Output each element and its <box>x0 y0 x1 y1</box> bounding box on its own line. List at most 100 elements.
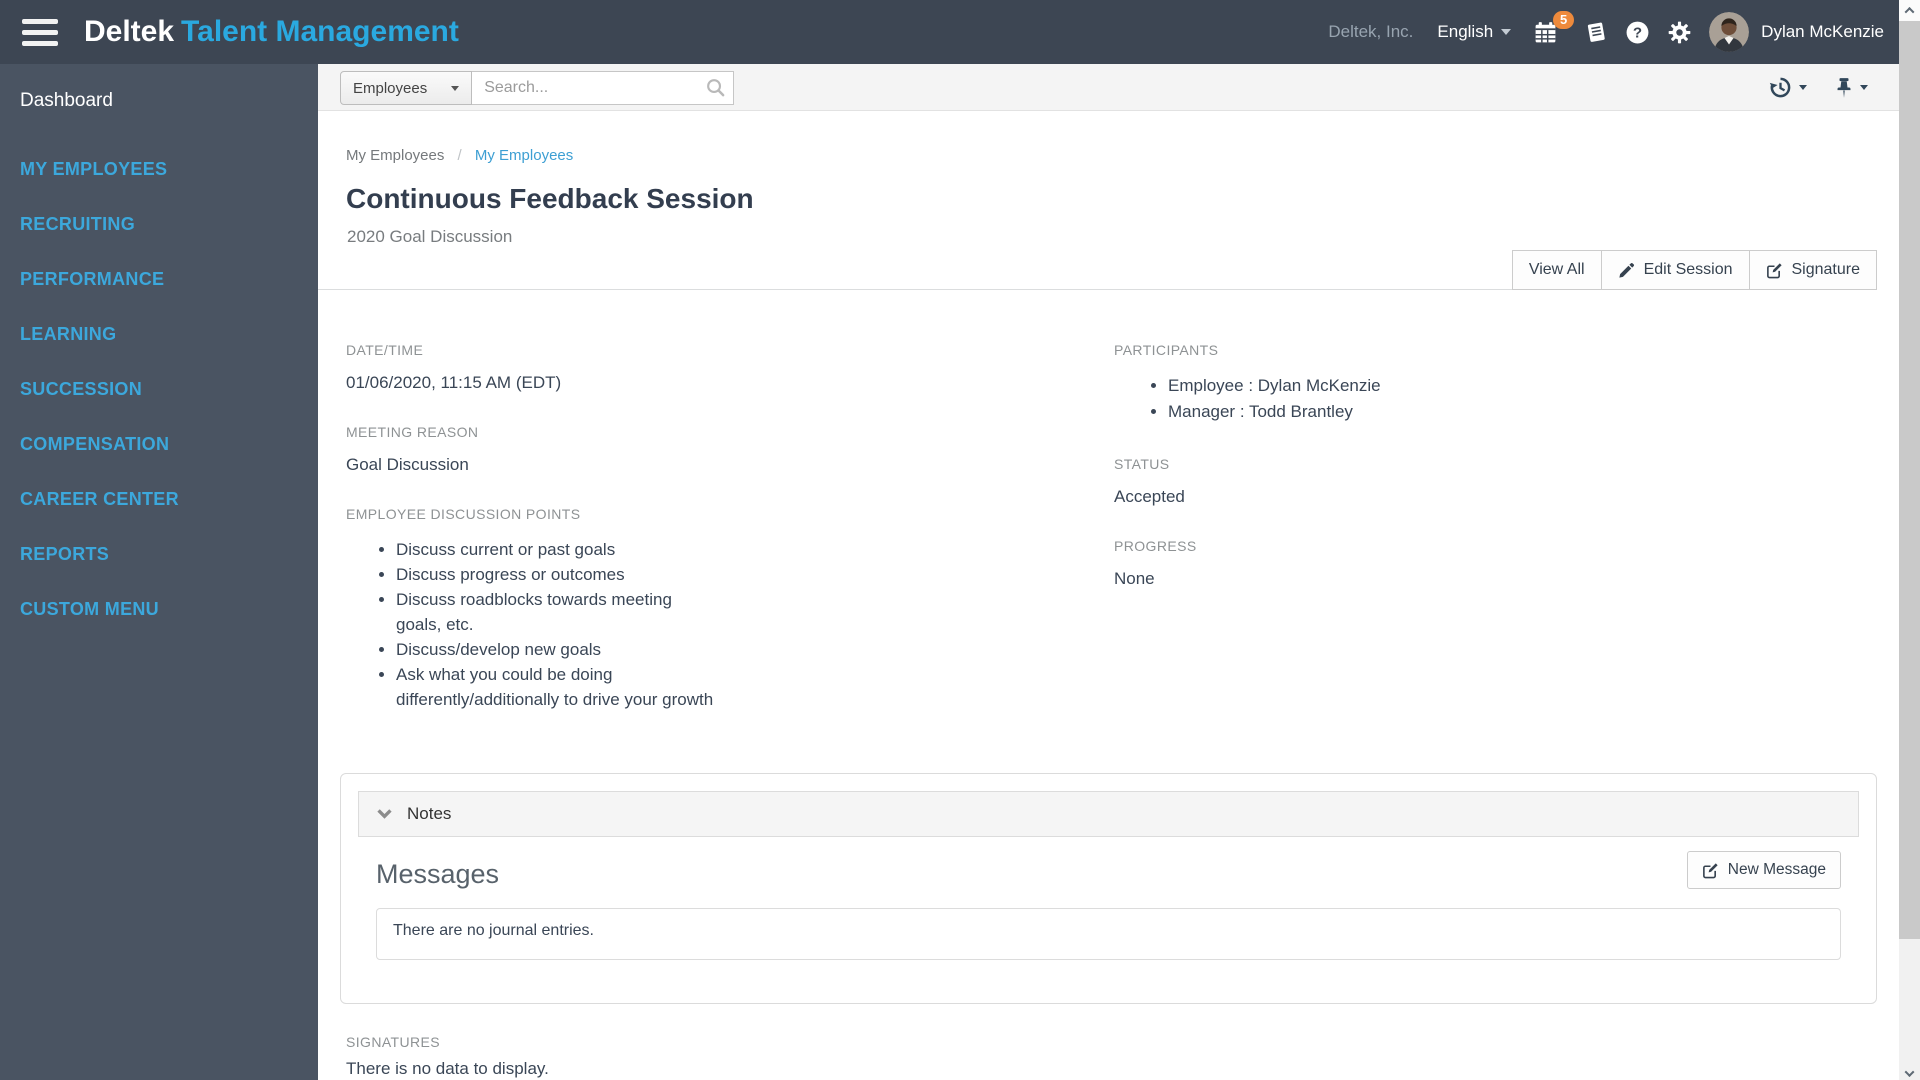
search-category-label: Employees <box>353 79 428 97</box>
signature-label: Signature <box>1791 261 1861 278</box>
status-value: Accepted <box>1114 487 1185 506</box>
new-message-label: New Message <box>1727 861 1826 878</box>
sidebar-item-label[interactable]: RECRUITING <box>0 214 155 235</box>
brand-light: Talent Management <box>181 15 459 48</box>
sidebar-item-label[interactable]: LEARNING <box>0 324 136 345</box>
signature-button[interactable]: Signature <box>1748 250 1877 290</box>
participants-label: PARTICIPANTS <box>1114 342 1219 358</box>
progress-value: None <box>1114 569 1155 588</box>
sidebar-item-recruiting[interactable]: RECRUITING <box>0 197 318 252</box>
datetime-value: 01/06/2020, 11:15 AM (EDT) <box>346 373 562 392</box>
page-title: Continuous Feedback Session <box>346 183 754 214</box>
sidebar-item-custom-menu[interactable]: CUSTOM MENU <box>0 582 318 637</box>
notification-badge: 5 <box>1552 10 1575 29</box>
edit-session-button[interactable]: Edit Session <box>1600 250 1750 290</box>
sidebar-item-label[interactable]: PERFORMANCE <box>0 269 184 290</box>
pin-button[interactable] <box>1835 77 1868 99</box>
meeting-reason-section: MEETING REASON Goal Discussion <box>346 424 1114 475</box>
status-label: STATUS <box>1114 456 1170 472</box>
list-item: Discuss current or past goals <box>396 537 718 562</box>
sidebar-item-label[interactable]: MY EMPLOYEES <box>0 159 187 180</box>
sidebar-item-career-center[interactable]: CAREER CENTER <box>0 472 318 527</box>
signatures-label: SIGNATURES <box>346 1034 440 1050</box>
sidebar-item-reports[interactable]: REPORTS <box>0 527 318 582</box>
band-actions <box>1769 64 1868 111</box>
svg-text:?: ? <box>1633 24 1642 41</box>
breadcrumb: My Employees / My Employees <box>346 147 573 164</box>
language-selector[interactable]: English <box>1437 22 1512 42</box>
participants-section: PARTICIPANTS Employee : Dylan McKenzie M… <box>1114 342 1899 425</box>
sidebar-item-label[interactable]: SUCCESSION <box>0 379 162 400</box>
app-logo[interactable]: Deltek Talent Management <box>84 15 459 49</box>
user-name[interactable]: Dylan McKenzie <box>1761 22 1884 42</box>
menu-icon[interactable] <box>22 13 58 52</box>
page-subtitle: 2020 Goal Discussion <box>347 227 513 246</box>
breadcrumb-current-link[interactable]: My Employees <box>475 147 573 164</box>
notes-body: Messages New Message There are no journa… <box>358 837 1859 986</box>
sidebar-item-dashboard[interactable]: Dashboard <box>0 64 318 112</box>
journal-button[interactable] <box>1584 20 1608 44</box>
search-group: Employees <box>340 71 735 105</box>
participants-list: Employee : Dylan McKenzie Manager : Todd… <box>1114 373 1899 425</box>
search-input[interactable] <box>472 71 735 105</box>
signatures-section: SIGNATURES There is no data to display. <box>346 1034 1899 1079</box>
company-name: Deltek, Inc. <box>1328 22 1414 41</box>
discussion-points-section: EMPLOYEE DISCUSSION POINTS Discuss curre… <box>346 506 1114 712</box>
avatar[interactable] <box>1709 12 1750 52</box>
sidebar-item-label[interactable]: COMPENSATION <box>0 434 189 455</box>
page-actions: View All Edit Session Signature <box>1511 250 1877 290</box>
chevron-up-icon <box>1904 6 1915 17</box>
sidebar-item-compensation[interactable]: COMPENSATION <box>0 417 318 472</box>
list-item: Manager : Todd Brantley <box>1168 399 1899 425</box>
session-details: DATE/TIME 01/06/2020, 11:15 AM (EDT) MEE… <box>318 290 1899 743</box>
sidebar-item-label[interactable]: CAREER CENTER <box>0 489 199 510</box>
messages-heading: Messages <box>376 859 500 889</box>
sidebar-menu: MY EMPLOYEES RECRUITING PERFORMANCE LEAR… <box>0 142 318 637</box>
list-item: Discuss roadblocks towards meeting goals… <box>396 587 718 637</box>
history-button[interactable] <box>1769 76 1807 99</box>
settings-button[interactable] <box>1667 20 1692 45</box>
gear-icon <box>1668 21 1691 43</box>
caret-down-icon <box>1501 29 1512 35</box>
meeting-reason-label: MEETING REASON <box>346 424 479 440</box>
signatures-empty-state: There is no data to display. <box>346 1059 549 1078</box>
list-item: Discuss progress or outcomes <box>396 562 718 587</box>
sidebar-item-succession[interactable]: SUCCESSION <box>0 362 318 417</box>
chevron-down-icon <box>1904 1067 1915 1078</box>
progress-label: PROGRESS <box>1114 538 1197 554</box>
list-item: Discuss/develop new goals <box>396 637 718 662</box>
breadcrumb-separator: / <box>457 147 462 164</box>
main-content: My Employees / My Employees Continuous F… <box>318 111 1899 1080</box>
discussion-points-list: Discuss current or past goals Discuss pr… <box>346 537 718 712</box>
sidebar-item-learning[interactable]: LEARNING <box>0 307 318 362</box>
help-button[interactable]: ? <box>1625 20 1650 45</box>
scroll-down-button[interactable] <box>1899 1067 1920 1078</box>
list-item: Ask what you could be doing differently/… <box>396 662 718 712</box>
new-message-button[interactable]: New Message <box>1686 851 1841 889</box>
calendar-button[interactable]: 5 <box>1533 10 1575 45</box>
sidebar-item-my-employees[interactable]: MY EMPLOYEES <box>0 142 318 197</box>
scrollbar-thumb[interactable] <box>1899 21 1920 939</box>
search-icon[interactable] <box>705 77 726 98</box>
navbar-right: Deltek, Inc. English 5 ? Dylan McKenzie <box>1328 10 1884 52</box>
pencil-icon <box>1618 262 1634 278</box>
list-item: Employee : Dylan McKenzie <box>1168 373 1899 399</box>
language-label: English <box>1437 22 1494 41</box>
chevron-down-icon <box>377 808 392 819</box>
search-category-dropdown[interactable]: Employees <box>340 71 473 105</box>
sidebar-item-performance[interactable]: PERFORMANCE <box>0 252 318 307</box>
brand-bold: Deltek <box>84 15 175 48</box>
edit-session-label: Edit Session <box>1643 261 1733 278</box>
sidebar-item-label[interactable]: CUSTOM MENU <box>0 599 179 620</box>
notes-collapse-header[interactable]: Notes <box>358 791 1859 837</box>
notes-panel: Notes Messages New Message There are no … <box>340 773 1877 1004</box>
page-header: My Employees / My Employees Continuous F… <box>318 111 1877 290</box>
help-icon: ? <box>1626 21 1649 43</box>
datetime-label: DATE/TIME <box>346 342 424 358</box>
view-all-button[interactable]: View All <box>1511 250 1602 290</box>
meeting-reason-value: Goal Discussion <box>346 455 469 474</box>
scroll-up-button[interactable] <box>1899 0 1920 21</box>
sidebar-item-label[interactable]: REPORTS <box>0 544 129 565</box>
discussion-points-label: EMPLOYEE DISCUSSION POINTS <box>346 506 581 522</box>
vertical-scrollbar[interactable] <box>1899 0 1920 1080</box>
